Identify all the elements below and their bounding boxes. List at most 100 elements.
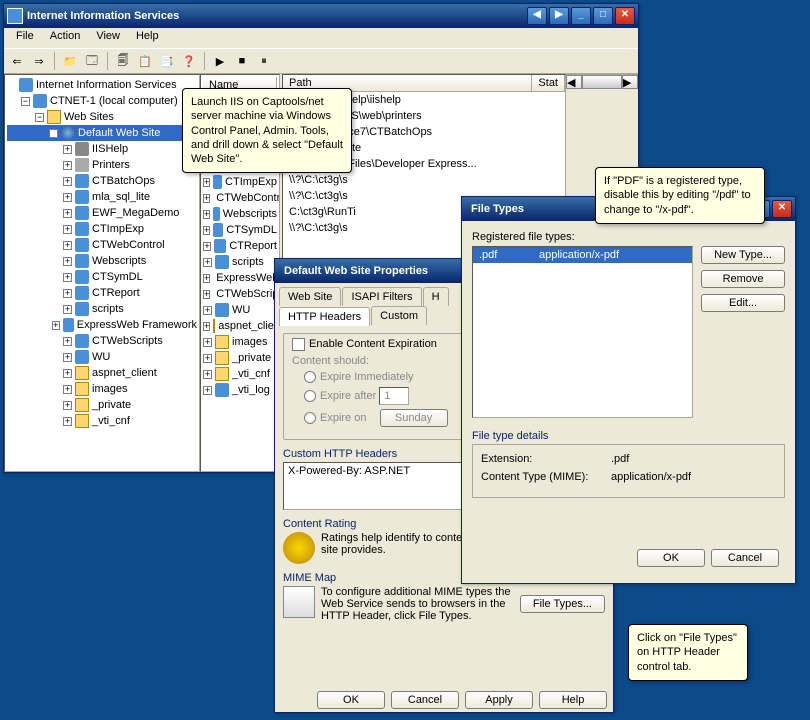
- expander-icon[interactable]: +: [203, 370, 212, 379]
- list-item-ctreport[interactable]: +CTReport: [203, 238, 277, 254]
- ft-ok-button[interactable]: OK: [637, 549, 705, 567]
- list-item-aspnet-client[interactable]: +aspnet_client: [203, 318, 277, 334]
- tree-node-ctsymdl[interactable]: +CTSymDL: [7, 269, 197, 285]
- tab-custom[interactable]: Custom: [371, 306, 427, 325]
- tree-node-images[interactable]: +images: [7, 381, 197, 397]
- tab-website[interactable]: Web Site: [279, 287, 341, 306]
- tree-node-ctbatchops[interactable]: +CTBatchOps: [7, 173, 197, 189]
- expander-icon[interactable]: +: [63, 161, 72, 170]
- menu-help[interactable]: Help: [128, 28, 167, 48]
- tab-http-headers[interactable]: HTTP Headers: [279, 307, 370, 326]
- ft-row-pdf[interactable]: .pdf application/x-pdf: [473, 247, 692, 263]
- expander-icon[interactable]: +: [203, 274, 210, 283]
- expander-icon[interactable]: +: [52, 321, 60, 330]
- list-item-images[interactable]: +images: [203, 334, 277, 350]
- back-btn[interactable]: ◀: [527, 7, 547, 25]
- ft-remove-button[interactable]: Remove: [701, 270, 785, 288]
- fwd-btn[interactable]: ▶: [549, 7, 569, 25]
- ft-edit-button[interactable]: Edit...: [701, 294, 785, 312]
- expander-icon[interactable]: −: [21, 97, 30, 106]
- expander-icon[interactable]: +: [63, 369, 72, 378]
- expander-icon[interactable]: +: [63, 209, 72, 218]
- list-item--vti-cnf[interactable]: +_vti_cnf: [203, 366, 277, 382]
- tree-node-ctwebscripts[interactable]: +CTWebScripts: [7, 333, 197, 349]
- list-item--vti-log[interactable]: +_vti_log: [203, 382, 277, 398]
- tb-play[interactable]: ▶: [211, 52, 229, 70]
- menu-file[interactable]: File: [8, 28, 42, 48]
- scroll-left[interactable]: ◀: [566, 75, 582, 89]
- expander-icon[interactable]: +: [63, 401, 72, 410]
- expander-icon[interactable]: +: [63, 353, 72, 362]
- file-types-button[interactable]: File Types...: [520, 595, 605, 613]
- expander-icon[interactable]: −: [35, 113, 44, 122]
- list-item-ctwebscripts[interactable]: +CTWebScripts: [203, 286, 277, 302]
- list-item-webscripts[interactable]: +Webscripts: [203, 206, 277, 222]
- tab-h[interactable]: H: [423, 287, 449, 306]
- tree-node-printers[interactable]: +Printers: [7, 157, 197, 173]
- maximize-btn[interactable]: □: [593, 7, 613, 25]
- tb-props[interactable]: 🗔: [83, 52, 101, 70]
- tb-refresh[interactable]: 🗐: [114, 52, 132, 70]
- expander-icon[interactable]: −: [49, 129, 58, 138]
- list-item-wu[interactable]: +WU: [203, 302, 277, 318]
- tb-help[interactable]: ❓: [180, 52, 198, 70]
- tree-node-web-sites[interactable]: −Web Sites: [7, 109, 197, 125]
- expander-icon[interactable]: +: [203, 194, 210, 203]
- col-status[interactable]: Stat: [532, 75, 565, 91]
- list-item-expressweb[interactable]: +ExpressWeb: [203, 270, 277, 286]
- expander-icon[interactable]: +: [203, 242, 211, 251]
- expander-icon[interactable]: +: [63, 273, 72, 282]
- tb-pause[interactable]: ⏸: [255, 52, 273, 70]
- tree-node-expressweb-framework[interactable]: +ExpressWeb Framework: [7, 317, 197, 333]
- tb-up[interactable]: 📁: [61, 52, 79, 70]
- tree-node-iishelp[interactable]: +IISHelp: [7, 141, 197, 157]
- expander-icon[interactable]: +: [63, 241, 72, 250]
- tree-node--vti-cnf[interactable]: +_vti_cnf: [7, 413, 197, 429]
- menu-action[interactable]: Action: [42, 28, 89, 48]
- tree-node-ctwebcontrol[interactable]: +CTWebControl: [7, 237, 197, 253]
- tree-node-scripts[interactable]: +scripts: [7, 301, 197, 317]
- tree-panel[interactable]: Internet Information Services−CTNET-1 (l…: [4, 74, 200, 472]
- list-item-scripts[interactable]: +scripts: [203, 254, 277, 270]
- expander-icon[interactable]: +: [203, 226, 210, 235]
- list-item-ctwebcontrol[interactable]: +CTWebControl: [203, 190, 277, 206]
- expander-icon[interactable]: +: [63, 145, 72, 154]
- ft-listbox[interactable]: .pdf application/x-pdf: [472, 246, 693, 418]
- expander-icon[interactable]: +: [203, 290, 210, 299]
- expander-icon[interactable]: +: [63, 193, 72, 202]
- props-help-button[interactable]: Help: [539, 691, 607, 709]
- tree-node-internet-information-services[interactable]: Internet Information Services: [7, 77, 197, 93]
- enable-expire-checkbox[interactable]: Enable Content Expiration: [292, 338, 437, 350]
- expander-icon[interactable]: +: [63, 385, 72, 394]
- ft-close-btn[interactable]: ✕: [772, 200, 792, 218]
- expander-icon[interactable]: +: [63, 337, 72, 346]
- expander-icon[interactable]: +: [203, 210, 210, 219]
- tb-back[interactable]: ⇐: [8, 52, 26, 70]
- scroll-thumb[interactable]: [582, 75, 622, 89]
- list-item-ctsymdl[interactable]: +CTSymDL: [203, 222, 277, 238]
- ft-new-type-button[interactable]: New Type...: [701, 246, 785, 264]
- path-row[interactable]: \\?\C:\ct3g\s: [283, 172, 565, 188]
- tree-node-ctimpexp[interactable]: +CTImpExp: [7, 221, 197, 237]
- props-ok-button[interactable]: OK: [317, 691, 385, 709]
- tree-node-aspnet-client[interactable]: +aspnet_client: [7, 365, 197, 381]
- list-item-ctimpexp[interactable]: +CTImpExp: [203, 174, 277, 190]
- props-apply-button[interactable]: Apply: [465, 691, 533, 709]
- expander-icon[interactable]: +: [203, 386, 212, 395]
- tb-list[interactable]: 📑: [158, 52, 176, 70]
- expander-icon[interactable]: +: [63, 417, 72, 426]
- expander-icon[interactable]: +: [203, 322, 210, 331]
- tree-node-ctreport[interactable]: +CTReport: [7, 285, 197, 301]
- minimize-btn[interactable]: _: [571, 7, 591, 25]
- ft-cancel-button[interactable]: Cancel: [711, 549, 779, 567]
- expander-icon[interactable]: +: [203, 258, 212, 267]
- tree-node-ewf-megademo[interactable]: +EWF_MegaDemo: [7, 205, 197, 221]
- tree-node-mla-sql-lite[interactable]: +mla_sql_lite: [7, 189, 197, 205]
- tree-node-wu[interactable]: +WU: [7, 349, 197, 365]
- expander-icon[interactable]: +: [63, 257, 72, 266]
- tb-fwd[interactable]: ⇒: [30, 52, 48, 70]
- expander-icon[interactable]: +: [63, 225, 72, 234]
- expander-icon[interactable]: +: [203, 306, 212, 315]
- tb-export[interactable]: 📋: [136, 52, 154, 70]
- scroll-right[interactable]: ▶: [622, 75, 638, 89]
